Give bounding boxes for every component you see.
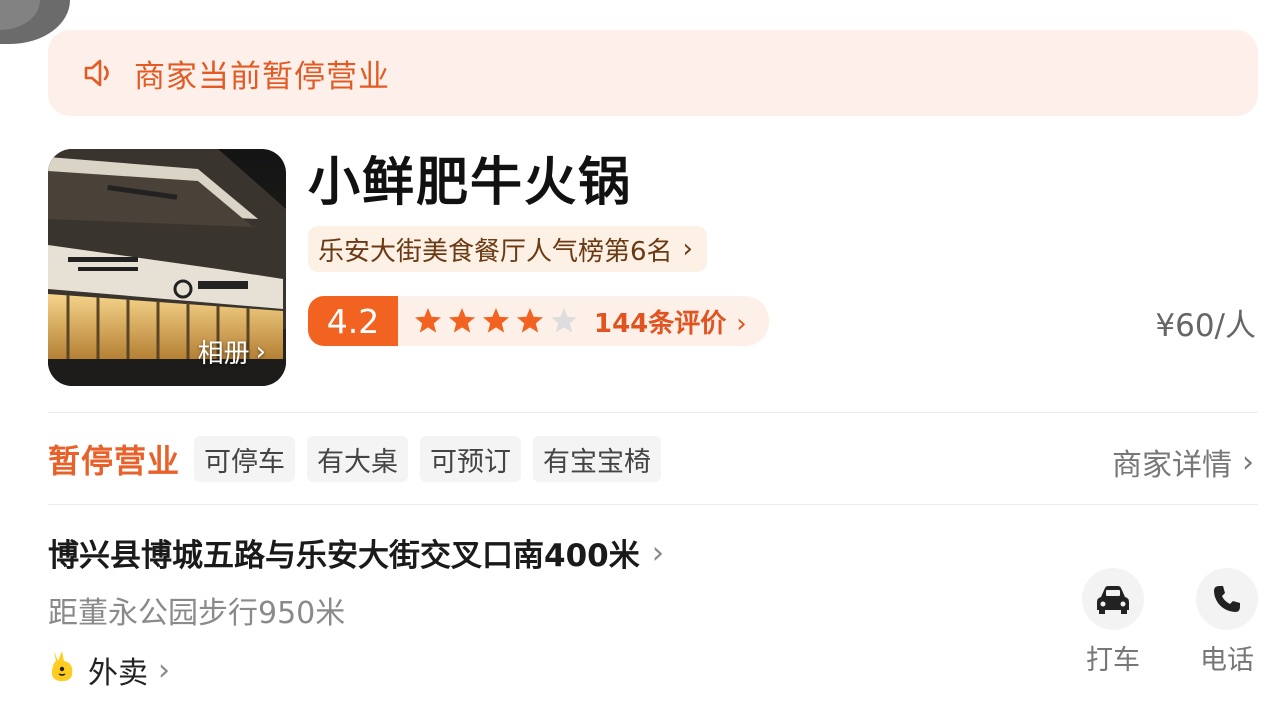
chevron-right-icon: ›: [651, 534, 665, 571]
star-rating: [414, 307, 578, 335]
address-text: 博兴县博城五路与乐安大街交叉口南400米: [48, 538, 640, 574]
ranking-tag[interactable]: 乐安大街美食餐厅人气榜第6名 ›: [308, 226, 707, 272]
shop-details-label: 商家详情: [1112, 448, 1232, 483]
review-count: 144条评价: [594, 308, 727, 339]
album-label: 相册: [197, 339, 250, 369]
phone-icon: [1196, 568, 1258, 630]
shop-details-link[interactable]: 商家详情 ›: [1112, 440, 1254, 484]
chevron-right-icon: ›: [736, 308, 747, 339]
divider: [48, 504, 1258, 505]
delivery-link[interactable]: 外卖 ›: [48, 648, 170, 692]
shop-page: 商家当前暂停营业 相册 › 小鲜肥牛火锅 乐安大街美食餐厅人气榜第6名 › 4.…: [0, 0, 1276, 704]
facility-tag: 可停车: [194, 436, 296, 482]
star-empty-icon: [551, 308, 577, 333]
rating-score: 4.2: [308, 296, 398, 346]
star-filled-icon: [483, 308, 509, 333]
star-filled-icon: [415, 308, 441, 333]
rating-details: 144条评价 ›: [398, 296, 769, 346]
distance-text: 距董永公园步行950米: [48, 596, 346, 631]
chevron-right-icon: ›: [255, 336, 266, 367]
facility-tag: 有宝宝椅: [533, 436, 662, 482]
chevron-right-icon: ›: [682, 234, 693, 264]
status-row: 暂停营业 可停车 有大桌 可预订 有宝宝椅: [48, 435, 673, 483]
facility-tag: 有大桌: [307, 436, 409, 482]
chevron-right-icon: ›: [1242, 444, 1254, 480]
address-link[interactable]: 博兴县博城五路与乐安大街交叉口南400米 ›: [48, 530, 664, 575]
kangaroo-icon: [48, 649, 78, 691]
speaker-icon: [82, 56, 118, 90]
delivery-label: 外卖: [88, 656, 148, 691]
status-label: 暂停营业: [48, 442, 181, 480]
shop-photo[interactable]: 相册 ›: [48, 149, 286, 386]
facility-tag: 可预订: [420, 436, 522, 482]
rating-bar[interactable]: 4.2 144条评价 ›: [308, 296, 769, 346]
album-link[interactable]: 相册 ›: [198, 333, 266, 370]
avg-price: ¥60/人: [1155, 308, 1256, 344]
star-filled-icon: [517, 308, 543, 333]
star-filled-icon: [449, 308, 475, 333]
notice-text: 商家当前暂停营业: [134, 58, 390, 95]
shop-name: 小鲜肥牛火锅: [308, 153, 633, 213]
call-button[interactable]: 电话: [1187, 568, 1267, 677]
review-count-link[interactable]: 144条评价 ›: [594, 303, 747, 340]
car-icon: [1082, 568, 1144, 630]
call-label: 电话: [1200, 645, 1254, 676]
chevron-right-icon: ›: [158, 652, 170, 688]
ranking-text: 乐安大街美食餐厅人气榜第6名: [318, 236, 673, 267]
closed-notice-banner: 商家当前暂停营业: [48, 30, 1258, 116]
taxi-button[interactable]: 打车: [1073, 568, 1153, 677]
divider: [48, 412, 1258, 413]
taxi-label: 打车: [1086, 645, 1140, 676]
